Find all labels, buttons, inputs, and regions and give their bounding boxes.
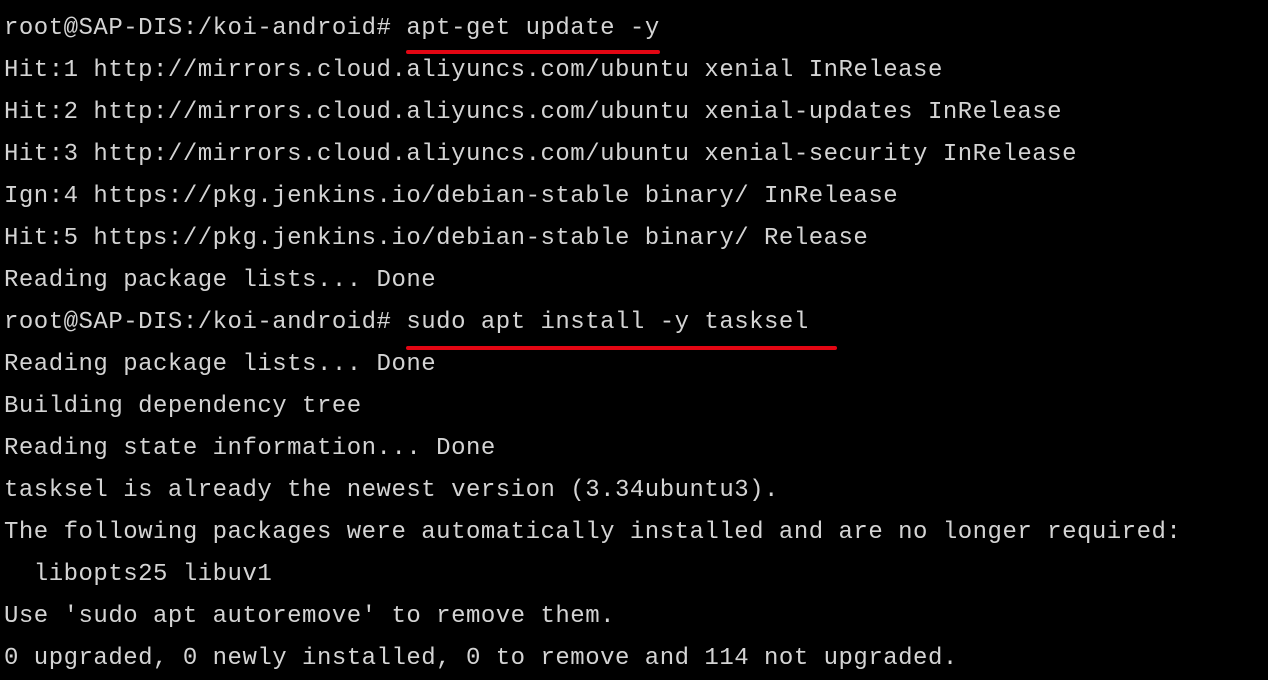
shell-prompt: root@SAP-DIS:/koi-android# [4,15,406,42]
command-underlined: sudo apt install -y tasksel [406,302,808,344]
terminal-output-line: Hit:1 http://mirrors.cloud.aliyuncs.com/… [4,50,1264,92]
terminal-output-line: 0 upgraded, 0 newly installed, 0 to remo… [4,638,1264,680]
terminal-output-line: Ign:4 https://pkg.jenkins.io/debian-stab… [4,176,1264,218]
terminal-output-line: Reading state information... Done [4,428,1264,470]
terminal-output-line: Hit:5 https://pkg.jenkins.io/debian-stab… [4,218,1264,260]
terminal-output-line: Reading package lists... Done [4,260,1264,302]
terminal-output-line: Reading package lists... Done [4,344,1264,386]
terminal-output-line: Building dependency tree [4,386,1264,428]
command-text: sudo apt install -y tasksel [406,309,808,336]
command-underlined: apt-get update -y [406,8,659,50]
terminal-output-line: Use 'sudo apt autoremove' to remove them… [4,596,1264,638]
terminal-output-line: tasksel is already the newest version (3… [4,470,1264,512]
command-text: apt-get update -y [406,15,659,42]
terminal-line-prompt2: root@SAP-DIS:/koi-android# sudo apt inst… [4,302,1264,344]
terminal-line-prompt1: root@SAP-DIS:/koi-android# apt-get updat… [4,8,1264,50]
terminal-output-line: The following packages were automaticall… [4,512,1264,554]
terminal-output-line: Hit:3 http://mirrors.cloud.aliyuncs.com/… [4,134,1264,176]
terminal-output-line: Hit:2 http://mirrors.cloud.aliyuncs.com/… [4,92,1264,134]
shell-prompt: root@SAP-DIS:/koi-android# [4,309,406,336]
terminal-output-line: libopts25 libuv1 [4,554,1264,596]
